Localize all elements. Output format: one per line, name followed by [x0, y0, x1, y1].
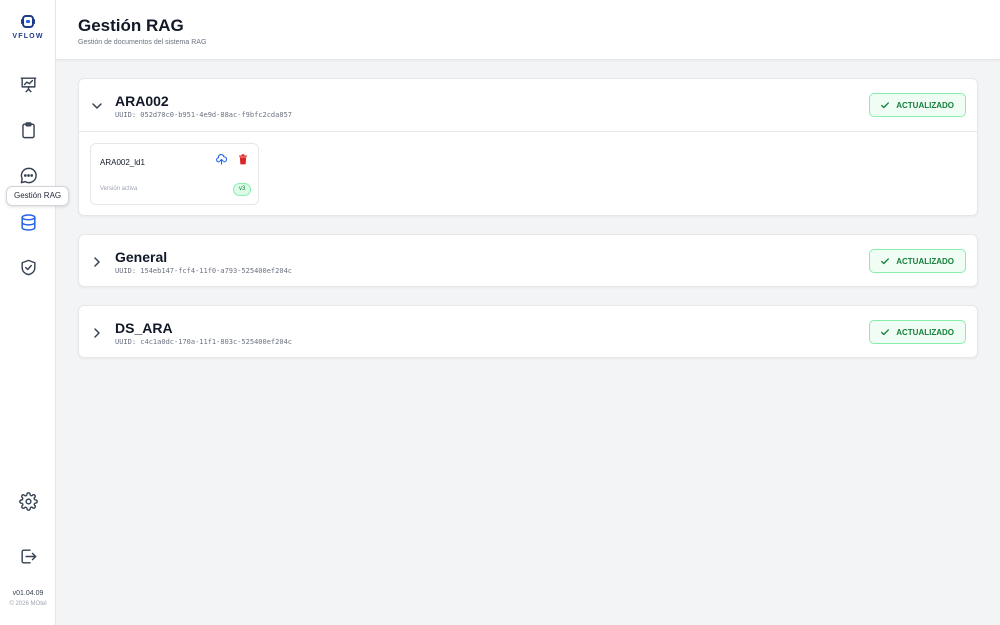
rag-group-name: General [115, 249, 168, 265]
cloud-upload-icon[interactable] [216, 154, 227, 165]
database-icon [20, 213, 36, 231]
trash-icon[interactable] [238, 154, 248, 165]
version-badge: v3 [233, 183, 252, 196]
vflow-logo-icon [21, 15, 35, 28]
version-text: v01.04.09 [12, 590, 44, 597]
page-header: Gestión RAG Gestión de documentos del si… [56, 0, 1000, 60]
sidebar-item-tasks[interactable] [10, 114, 46, 146]
copyright-text: © 2026 MOtel [9, 601, 47, 607]
app-version: v01.04.09 © 2026 MOtel [0, 589, 56, 609]
status-updated-button[interactable]: ACTUALIZADO [869, 93, 966, 117]
rag-group-card: General UUID: 154eb147-fcf4-11f0-a793-52… [78, 234, 978, 287]
logout-icon [20, 548, 36, 564]
sidebar-tooltip: Gestión RAG [6, 186, 70, 206]
rag-group-uuid: UUID: c4c1a0dc-170a-11f1-803c-525400ef20… [115, 338, 293, 346]
sidebar-item-logout[interactable] [10, 540, 46, 572]
status-label: ACTUALIZADO [896, 256, 954, 266]
rag-group-card: DS_ARA UUID: c4c1a0dc-170a-11f1-803c-525… [78, 305, 978, 358]
shield-check-icon [20, 259, 36, 275]
chevron-down-icon[interactable] [91, 100, 103, 112]
sidebar-item-security[interactable] [10, 251, 46, 283]
status-label: ACTUALIZADO [896, 327, 954, 337]
sidebar-item-settings[interactable] [10, 485, 46, 517]
page-title: Gestión RAG [78, 16, 184, 35]
sidebar-item-rag[interactable] [10, 206, 46, 238]
sidebar: VFLOW Gestión RAG v01.04.09 © 2026 MOtel [0, 0, 70, 625]
document-card[interactable]: ARA002_ld1 Versión activa v3 [90, 143, 259, 205]
rag-group-card: ARA002 UUID: 052d70c0-b951-4e9d-88ac-f9b… [78, 78, 978, 216]
rag-group-uuid: UUID: 154eb147-fcf4-11f0-a793-525400ef20… [115, 267, 293, 275]
rag-group-uuid: UUID: 052d70c0-b951-4e9d-88ac-f9bfc2cda8… [115, 111, 293, 119]
chevron-right-icon[interactable] [91, 327, 103, 339]
clipboard-icon [21, 121, 35, 138]
rag-group-name: ARA002 [115, 93, 169, 109]
chevron-right-icon[interactable] [91, 256, 103, 268]
sidebar-item-dashboard[interactable] [10, 68, 46, 100]
rag-group-header[interactable]: DS_ARA UUID: c4c1a0dc-170a-11f1-803c-525… [79, 306, 977, 358]
rag-group-header[interactable]: ARA002 UUID: 052d70c0-b951-4e9d-88ac-f9b… [79, 79, 977, 131]
rag-group-documents: ARA002_ld1 Versión activa v3 [79, 131, 977, 216]
status-label: ACTUALIZADO [896, 100, 954, 110]
page-subtitle: Gestión de documentos del sistema RAG [78, 39, 207, 46]
document-name: ARA002_ld1 [100, 158, 145, 167]
check-icon [881, 102, 890, 109]
rag-group-header[interactable]: General UUID: 154eb147-fcf4-11f0-a793-52… [79, 235, 977, 287]
logo-text: VFLOW [12, 33, 44, 40]
document-status: Versión activa [100, 186, 138, 192]
rag-group-name: DS_ARA [115, 320, 173, 336]
check-icon [881, 329, 890, 336]
presentation-chart-icon [20, 76, 36, 92]
status-updated-button[interactable]: ACTUALIZADO [869, 320, 966, 344]
check-icon [881, 258, 890, 265]
status-updated-button[interactable]: ACTUALIZADO [869, 249, 966, 273]
logo[interactable]: VFLOW [0, 14, 56, 40]
gear-icon [18, 491, 38, 511]
chat-icon [20, 167, 37, 183]
